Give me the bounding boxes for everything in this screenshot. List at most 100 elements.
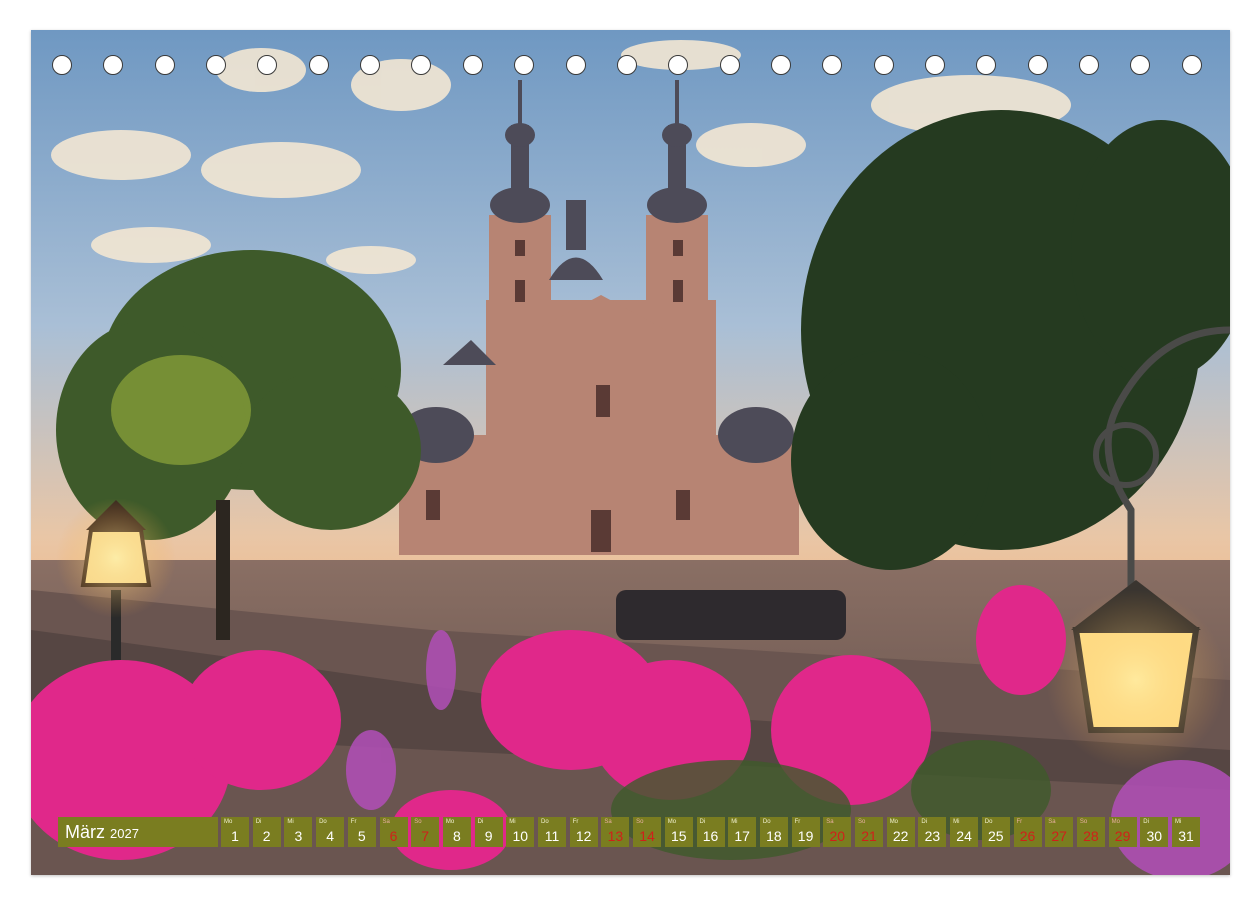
day-number: 14: [639, 828, 655, 844]
weekday-label: Mo: [224, 819, 233, 825]
calendar-page: März 2027 Mo 1 Di 2 Mi 3 Do 4 Fr 5 Sa 6 So 7 Mo 8 Di 9 Mi 1…: [0, 0, 1260, 905]
binding-hole: [103, 55, 124, 75]
binding-hole: [206, 55, 227, 75]
day-cell: Sa 20: [823, 817, 852, 847]
day-number: 20: [829, 828, 846, 844]
binding-holes: [52, 55, 1212, 79]
day-cell: Di 9: [474, 817, 503, 847]
weekday-label: Mi: [731, 819, 738, 825]
day-cell: Mi 31: [1172, 817, 1200, 847]
day-number: 10: [512, 828, 529, 844]
day-cell: Do 4: [316, 817, 345, 847]
day-number: 29: [1114, 828, 1131, 844]
day-cell: Di 16: [696, 817, 725, 847]
year: 2027: [110, 826, 139, 841]
day-cell: Fr 26: [1013, 817, 1042, 847]
binding-hole: [616, 55, 637, 75]
day-cell: Di 2: [252, 817, 281, 847]
day-cell: Mi 3: [284, 817, 313, 847]
weekday-label: Mi: [509, 819, 516, 825]
weekday-label: Fr: [794, 819, 801, 825]
day-number: 8: [452, 828, 461, 844]
binding-hole: [976, 55, 997, 75]
day-cell: Fr 5: [347, 817, 376, 847]
binding-hole: [411, 55, 432, 75]
day-cell: Mi 10: [506, 817, 535, 847]
day-cell: Fr 19: [791, 817, 820, 847]
weekday-label: Do: [541, 819, 549, 825]
day-number: 25: [988, 828, 1004, 844]
weekday-label: Di: [921, 819, 928, 825]
day-number: 26: [1019, 828, 1036, 844]
weekday-label: Mi: [1175, 819, 1182, 825]
binding-hole: [822, 55, 843, 75]
day-cell: Sa 13: [601, 817, 630, 847]
day-number: 18: [766, 828, 782, 844]
weekday-label: Di: [699, 819, 706, 825]
day-number: 31: [1178, 828, 1194, 844]
weekday-label: Do: [762, 819, 771, 825]
weekday-label: Di: [477, 819, 484, 825]
day-cell: Mo 15: [664, 817, 693, 847]
day-number: 5: [357, 828, 366, 844]
weekday-label: Fr: [572, 819, 579, 825]
cathedral-scene-illustration: [31, 30, 1230, 875]
day-cell: So 21: [855, 817, 883, 847]
binding-hole: [308, 55, 329, 75]
binding-hole: [924, 55, 945, 75]
day-number: 19: [797, 828, 814, 844]
binding-hole: [873, 55, 894, 75]
month-label-box: März 2027: [58, 817, 218, 847]
day-number: 13: [607, 828, 624, 844]
day-cell: Do 18: [759, 817, 788, 847]
day-number: 16: [702, 828, 719, 844]
day-number: 21: [861, 828, 877, 844]
day-number: 7: [421, 828, 430, 844]
binding-hole: [1130, 55, 1151, 75]
weekday-label: Fr: [350, 819, 357, 825]
day-number: 9: [484, 828, 493, 844]
binding-hole: [360, 55, 381, 75]
day-number: 23: [924, 828, 941, 844]
binding-hole: [462, 55, 483, 75]
day-cell: Di 23: [918, 817, 947, 847]
day-cell: Mo 8: [442, 817, 471, 847]
weekday-label: Di: [1143, 819, 1149, 825]
day-number: 27: [1051, 828, 1067, 844]
day-cell: So 28: [1076, 817, 1105, 847]
binding-hole: [770, 55, 791, 75]
weekday-label: Do: [319, 819, 327, 825]
weekday-label: Fr: [1016, 819, 1023, 825]
day-cell: Sa 6: [379, 817, 408, 847]
weekday-label: Mo: [667, 819, 677, 825]
weekday-label: So: [1079, 819, 1088, 825]
binding-hole: [1079, 55, 1099, 75]
binding-hole: [154, 55, 175, 75]
weekday-label: Mo: [889, 819, 899, 825]
day-cell: Do 11: [538, 817, 566, 847]
day-cell: Mo 1: [221, 817, 249, 847]
day-number: 15: [671, 828, 687, 844]
day-cell: Di 30: [1140, 817, 1169, 847]
binding-hole: [514, 55, 535, 75]
weekday-label: Sa: [826, 819, 834, 825]
day-number: 22: [892, 828, 909, 844]
day-cell: So 14: [633, 817, 662, 847]
weekday-label: So: [636, 819, 644, 825]
day-number: 1: [231, 828, 239, 844]
month-name: März: [65, 821, 105, 842]
binding-hole: [52, 55, 72, 75]
day-number: 6: [389, 828, 398, 844]
cathedral-photo: [31, 30, 1230, 875]
binding-hole: [1027, 55, 1048, 75]
weekday-label: Mi: [953, 819, 960, 825]
weekday-label: So: [858, 819, 866, 825]
binding-hole: [565, 55, 586, 75]
weekday-label: Do: [984, 819, 993, 825]
binding-hole: [1181, 55, 1202, 75]
weekday-label: Di: [255, 819, 262, 825]
day-number: 2: [262, 828, 271, 844]
day-cell: Mo 22: [886, 817, 915, 847]
day-number: 17: [734, 828, 750, 844]
day-number: 11: [544, 828, 560, 844]
